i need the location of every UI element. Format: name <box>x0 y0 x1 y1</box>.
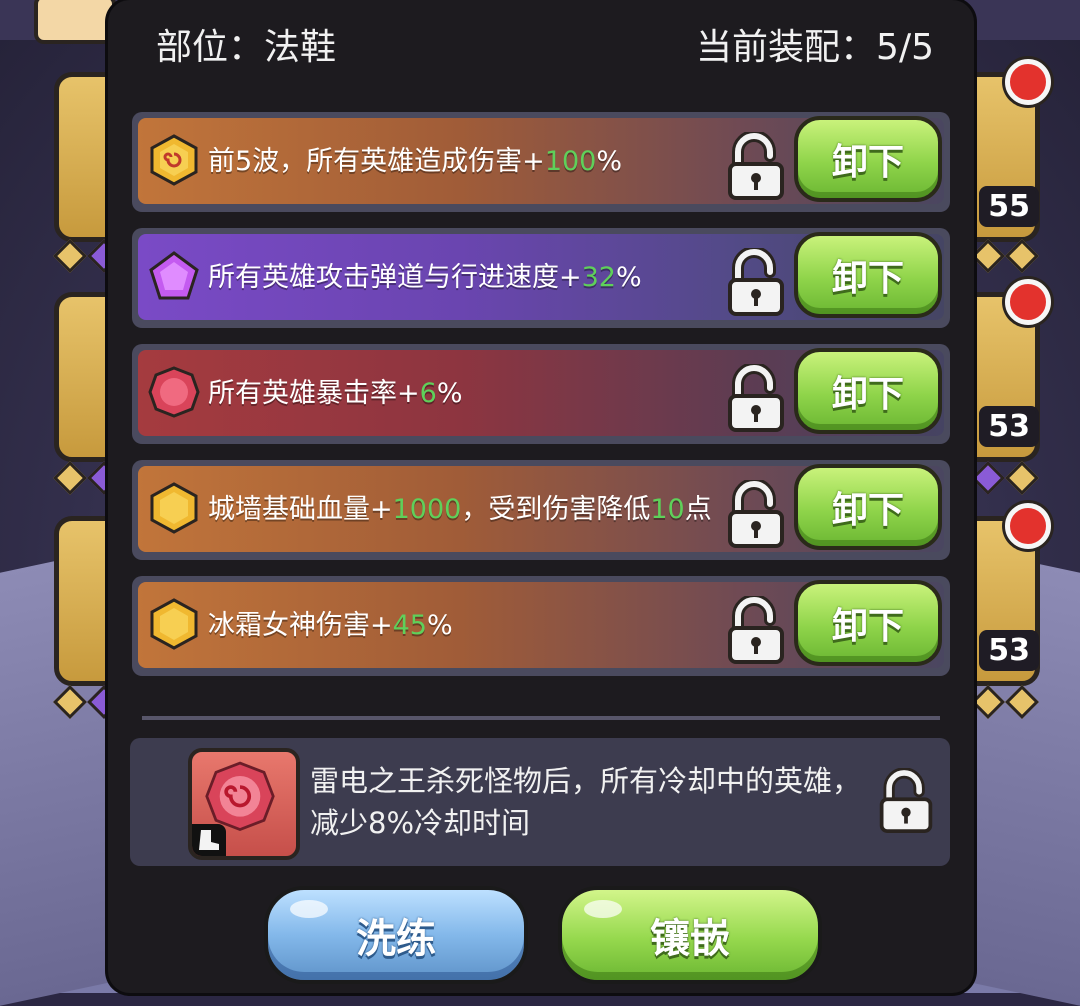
gold-hexagon-gem-icon <box>150 598 198 650</box>
slot-level: 53 <box>979 406 1039 447</box>
unlock-icon[interactable] <box>724 480 788 550</box>
refine-button[interactable]: 洗练 <box>264 886 528 984</box>
boot-badge-icon <box>192 824 226 856</box>
refine-button-label: 洗练 <box>356 916 436 962</box>
inlay-button[interactable]: 镶嵌 <box>558 886 822 984</box>
gem-row: 前5波，所有英雄造成伤害+100% 卸下 <box>132 112 950 212</box>
selected-gem-card[interactable] <box>188 748 300 860</box>
unequip-button[interactable]: 卸下 <box>794 464 942 550</box>
unlock-icon[interactable] <box>724 248 788 318</box>
unequip-button[interactable]: 卸下 <box>794 348 942 434</box>
equipped-count: 当前装配：5/5 <box>696 27 934 68</box>
unlock-icon[interactable] <box>876 768 936 836</box>
slot-level: 53 <box>979 630 1039 671</box>
gem-row: 所有英雄暴击率+6% 卸下 <box>132 344 950 444</box>
red-round-gem-icon <box>148 366 200 418</box>
button-shine <box>584 900 622 918</box>
unequip-button[interactable]: 卸下 <box>794 232 942 318</box>
star-row <box>971 685 1039 719</box>
divider <box>142 716 940 720</box>
button-shine <box>290 900 328 918</box>
selected-gem-description: 雷电之王杀死怪物后，所有冷却中的英雄，减少8%冷却时间 <box>310 764 862 840</box>
unlock-icon[interactable] <box>724 132 788 202</box>
gem-effect-text: 冰霜女神伤害+45% <box>208 610 453 641</box>
gem-row: 所有英雄攻击弹道与行进速度+32% 卸下 <box>132 228 950 328</box>
slot-level: 55 <box>979 186 1039 227</box>
gem-row: 城墙基础血量+1000，受到伤害降低10点 卸下 <box>132 460 950 560</box>
unequip-button[interactable]: 卸下 <box>794 580 942 666</box>
notification-dot <box>1005 279 1051 325</box>
player-avatar[interactable] <box>34 0 116 44</box>
inlay-button-label: 镶嵌 <box>650 916 730 962</box>
notification-dot <box>1005 503 1051 549</box>
notification-dot <box>1005 59 1051 105</box>
gold-swirl-gem-icon <box>150 134 198 186</box>
gem-effect-text: 所有英雄攻击弹道与行进速度+32% <box>208 262 642 293</box>
gem-effect-text: 前5波，所有英雄造成伤害+100% <box>208 146 623 177</box>
gem-inlay-dialog: 部位：法鞋 当前装配：5/5 前5波，所有英雄造成伤害+100% 卸下 所有英雄… <box>108 0 974 993</box>
gem-row: 冰霜女神伤害+45% 卸下 <box>132 576 950 676</box>
star-row <box>971 239 1039 273</box>
gold-hexagon-gem-icon <box>150 482 198 534</box>
unlock-icon[interactable] <box>724 364 788 434</box>
gem-effect-text: 城墙基础血量+1000，受到伤害降低10点 <box>208 494 712 525</box>
selected-gem-detail: 雷电之王杀死怪物后，所有冷却中的英雄，减少8%冷却时间 <box>130 738 950 866</box>
gem-effect-text: 所有英雄暴击率+6% <box>208 378 463 409</box>
star-row <box>971 461 1039 495</box>
unequip-button[interactable]: 卸下 <box>794 116 942 202</box>
slot-title: 部位：法鞋 <box>156 27 337 68</box>
purple-pentagon-gem-icon <box>149 251 199 300</box>
unlock-icon[interactable] <box>724 596 788 666</box>
